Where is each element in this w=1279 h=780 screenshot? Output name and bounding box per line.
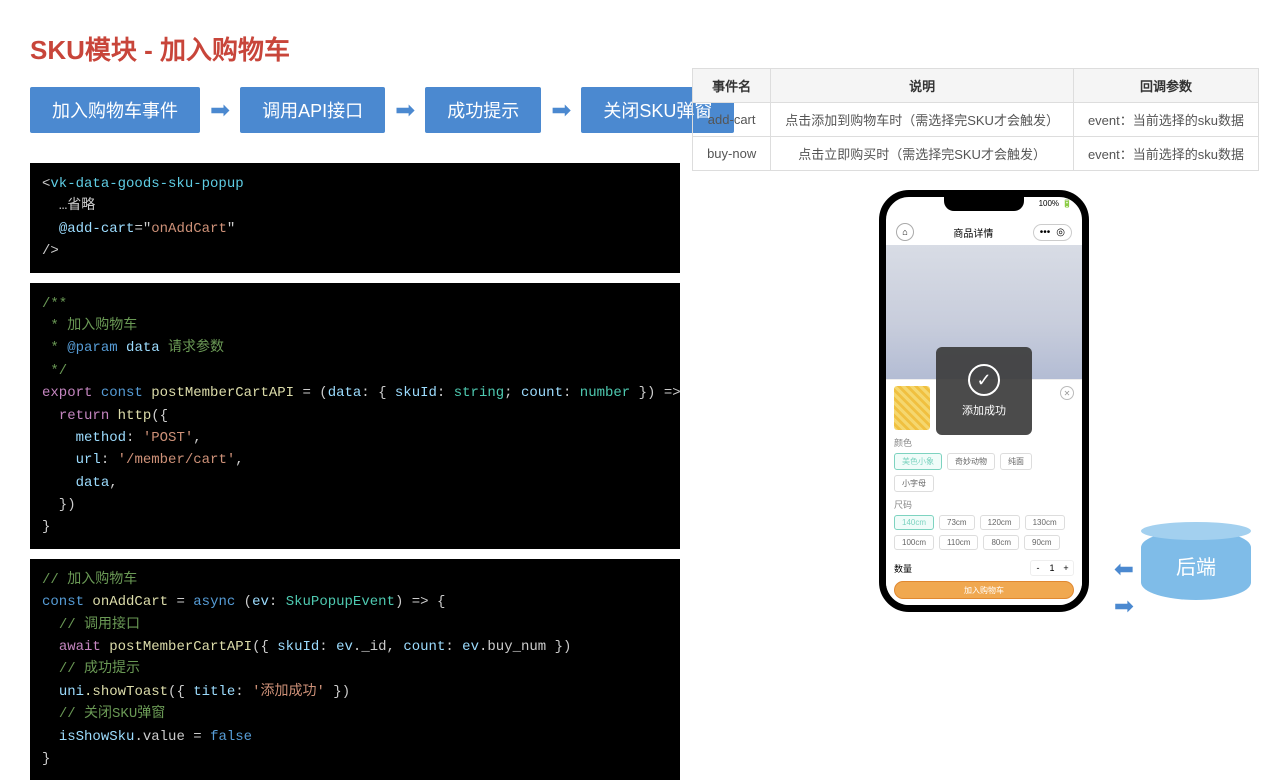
sku-option[interactable]: 100cm — [894, 535, 934, 550]
code-block-handler: // 加入购物车 const onAddCart = async (ev: Sk… — [30, 559, 680, 780]
sku-option[interactable]: 73cm — [939, 515, 975, 530]
event-table: 事件名 说明 回调参数 add-cart 点击添加到购物车时（需选择完SKU才会… — [692, 68, 1259, 171]
backend-arrows: ⬅ ➡ — [1114, 555, 1134, 621]
table-row: buy-now 点击立即购买时（需选择完SKU才会触发） event：当前选择的… — [693, 137, 1259, 171]
phone-notch — [944, 197, 1024, 211]
sku-option[interactable]: 美色小象 — [894, 453, 942, 470]
toast-text: 添加成功 — [962, 402, 1006, 418]
quantity-stepper[interactable]: - 1 + — [1030, 560, 1074, 576]
target-icon[interactable]: ◎ — [1056, 227, 1065, 238]
table-row: add-cart 点击添加到购物车时（需选择完SKU才会触发） event：当前… — [693, 103, 1259, 137]
code-area: <vk-data-goods-sku-popup …省略 @add-cart="… — [30, 163, 680, 780]
th-callback: 回调参数 — [1073, 69, 1258, 103]
sku-option[interactable]: 小字母 — [894, 475, 934, 492]
sku-option[interactable]: 110cm — [939, 535, 978, 550]
add-cart-button[interactable]: 加入购物车 — [894, 581, 1074, 599]
flow-step: 调用API接口 — [240, 87, 385, 133]
home-icon[interactable]: ⌂ — [896, 223, 914, 241]
sku-option[interactable]: 纯面 — [1000, 453, 1032, 470]
th-desc: 说明 — [771, 69, 1074, 103]
sku-option[interactable]: 奇妙动物 — [947, 453, 995, 470]
color-label: 颜色 — [894, 436, 1074, 449]
status-bar: 100%🔋 — [1039, 199, 1072, 208]
phone-mockup: 100%🔋 ⌂ 商品详情 ••• ◎ ✓ 添加成功 ✕ 颜色 美色小象 奇妙动物… — [879, 190, 1089, 612]
sku-option[interactable]: 130cm — [1025, 515, 1065, 530]
arrow-right-icon: ➡ — [1114, 592, 1134, 621]
arrow-icon: ➡ — [551, 96, 571, 125]
sku-option[interactable]: 120cm — [980, 515, 1020, 530]
more-icon[interactable]: ••• — [1040, 227, 1051, 238]
sku-option[interactable]: 140cm — [894, 515, 934, 530]
sku-thumbnail — [894, 386, 930, 430]
code-block-template: <vk-data-goods-sku-popup …省略 @add-cart="… — [30, 163, 680, 273]
code-block-api: /** * 加入购物车 * @param data 请求参数 */ export… — [30, 283, 680, 549]
arrow-icon: ➡ — [395, 96, 415, 125]
sku-option[interactable]: 90cm — [1024, 535, 1060, 550]
flow-step: 加入购物车事件 — [30, 87, 200, 133]
flow-step: 成功提示 — [425, 87, 541, 133]
arrow-left-icon: ⬅ — [1114, 555, 1134, 584]
sku-option[interactable]: 80cm — [983, 535, 1019, 550]
plus-button[interactable]: + — [1059, 561, 1073, 575]
phone-header: ⌂ 商品详情 ••• ◎ — [886, 219, 1082, 245]
th-event: 事件名 — [693, 69, 771, 103]
toast: ✓ 添加成功 — [936, 347, 1032, 435]
minus-button[interactable]: - — [1031, 561, 1045, 575]
qty-label: 数量 — [894, 562, 912, 575]
arrow-icon: ➡ — [210, 96, 230, 125]
backend-cylinder: 后端 — [1141, 530, 1251, 600]
qty-value: 1 — [1045, 561, 1059, 575]
phone-title: 商品详情 — [953, 225, 993, 240]
close-icon[interactable]: ✕ — [1060, 386, 1074, 400]
check-icon: ✓ — [968, 364, 1000, 396]
size-label: 尺码 — [894, 498, 1074, 511]
